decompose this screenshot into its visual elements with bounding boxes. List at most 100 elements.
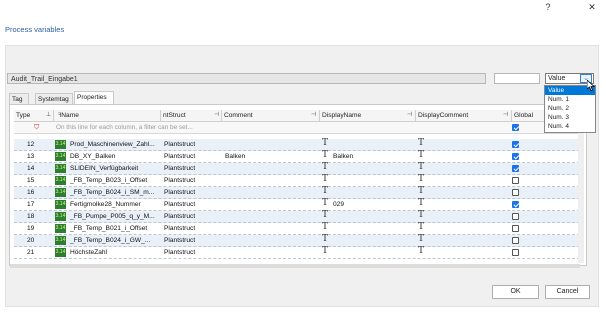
- type-icon: 3.14: [55, 188, 66, 197]
- combo-selected-value: Value: [548, 75, 566, 82]
- row-number: 21: [27, 249, 35, 256]
- global-checkbox[interactable]: [512, 249, 519, 256]
- global-checkbox[interactable]: [512, 153, 519, 160]
- table-row[interactable]: 21 3.14 HöchsteZahl Plantstruct T T: [14, 246, 580, 259]
- tab-systemtag[interactable]: Systemtag: [35, 93, 73, 104]
- text-type-icon: T: [322, 186, 329, 196]
- table-row[interactable]: 13 3.14 DB_XY_Balken Plantstruct Balken T Balk…: [14, 150, 580, 163]
- row-struct: Plantstruct: [164, 165, 196, 172]
- row-comment[interactable]: Balken: [225, 151, 245, 162]
- row-displayname[interactable]: Balken: [333, 151, 353, 162]
- row-name[interactable]: _FB_Temp_B024_i_GW_...: [70, 235, 162, 246]
- global-checkbox[interactable]: [512, 225, 519, 232]
- global-checkbox[interactable]: [512, 141, 519, 148]
- column-header-displayname[interactable]: DisplayName ⊣: [320, 110, 416, 121]
- type-icon: 3.14: [55, 212, 66, 221]
- row-number: 13: [27, 153, 35, 160]
- tab-properties[interactable]: Properties: [74, 91, 114, 104]
- global-checkbox[interactable]: [512, 177, 519, 184]
- type-icon: 3.14: [55, 200, 66, 209]
- type-icon: 3.14: [55, 248, 66, 257]
- row-number: 19: [27, 225, 35, 232]
- column-header-type[interactable]: Type ⊥: [14, 110, 54, 121]
- table-row[interactable]: 18 3.14 _FB_Pumpe_P005_q_y_M... Plantstruct…: [14, 210, 580, 223]
- row-struct: Plantstruct: [164, 201, 196, 208]
- row-struct: Plantstruct: [164, 141, 196, 148]
- dropdown-option[interactable]: Num. 1: [545, 95, 595, 104]
- table-row[interactable]: 17 3.14 Fertigmolke28_Nummer Plantstruct T 02…: [14, 198, 580, 211]
- pin-icon[interactable]: ⊣: [214, 110, 219, 121]
- text-type-icon: T: [418, 150, 425, 160]
- row-name[interactable]: Prod_Maschinenview_Zahl...: [70, 139, 162, 150]
- row-number: 18: [27, 213, 35, 220]
- pin-icon[interactable]: ⊣: [311, 110, 316, 121]
- row-number: 12: [27, 141, 35, 148]
- mouse-cursor-icon: [586, 79, 596, 94]
- table-row[interactable]: 14 3.14 SLIDEIN_Verfügbarkeit Plantstruct T T: [14, 162, 580, 175]
- row-name[interactable]: _FB_Temp_B021_i_Offset: [70, 223, 162, 234]
- dropdown-option[interactable]: Num. 4: [545, 122, 595, 131]
- value-input[interactable]: [494, 73, 540, 84]
- text-type-icon: T: [418, 174, 425, 184]
- type-icon: 3.14: [55, 164, 66, 173]
- dropdown-option[interactable]: Num. 3: [545, 113, 595, 122]
- text-type-icon: T: [418, 246, 425, 256]
- column-header-name[interactable]: ꟻ Name: [54, 110, 161, 121]
- row-struct: Plantstruct: [164, 153, 196, 160]
- global-checkbox[interactable]: [512, 213, 519, 220]
- dropdown-option[interactable]: Num. 2: [545, 104, 595, 113]
- variable-name-field[interactable]: Audit_Trail_Eingabe1: [7, 73, 486, 84]
- text-type-icon: T: [322, 222, 329, 232]
- column-header-struct[interactable]: ntStruct ⊣: [161, 110, 222, 121]
- table-row[interactable]: 16 3.14 _FB_Temp_B024_i_SM_m... Plantstruct…: [14, 186, 580, 199]
- table-row[interactable]: 20 3.14 _FB_Temp_B024_i_GW_... Plantstruct T…: [14, 234, 580, 247]
- grid-header: Type ⊥ ꟻ Name ntStruct ⊣ Comment ⊣ DisplayN…: [14, 110, 580, 122]
- table-row[interactable]: 19 3.14 _FB_Temp_B021_i_Offset Plantstruct T…: [14, 222, 580, 235]
- type-icon: 3.14: [55, 224, 66, 233]
- row-struct: Plantstruct: [164, 189, 196, 196]
- type-icon: 3.14: [55, 140, 66, 149]
- ok-button[interactable]: OK: [492, 285, 539, 299]
- pin-icon[interactable]: ⊣: [407, 110, 412, 121]
- type-icon: 3.14: [55, 176, 66, 185]
- text-type-icon: T: [322, 138, 329, 148]
- pin-icon[interactable]: ⊥: [46, 110, 51, 121]
- row-name[interactable]: HöchsteZahl: [70, 247, 162, 258]
- close-icon[interactable]: ✕: [585, 1, 599, 13]
- row-number: 15: [27, 177, 35, 184]
- global-checkbox[interactable]: [512, 189, 519, 196]
- row-name[interactable]: Fertigmolke28_Nummer: [70, 199, 162, 210]
- cancel-button[interactable]: Cancel: [545, 285, 590, 299]
- row-struct: Plantstruct: [164, 213, 196, 220]
- row-name[interactable]: _FB_Temp_B024_i_SM_m...: [70, 187, 162, 198]
- tab-tag[interactable]: Tag: [9, 93, 29, 104]
- table-row[interactable]: 15 3.14 _FB_Temp_B023_i_Offset Plantstruct T…: [14, 174, 580, 187]
- row-number: 17: [27, 201, 35, 208]
- help-button[interactable]: ?: [541, 1, 555, 13]
- text-type-icon: T: [418, 138, 425, 148]
- global-checkbox[interactable]: [512, 201, 519, 208]
- filter-icon[interactable]: ⛉: [34, 122, 39, 133]
- pin-icon[interactable]: ⊣: [503, 110, 508, 121]
- row-struct: Plantstruct: [164, 225, 196, 232]
- pin-icon[interactable]: ꟻ: [58, 113, 61, 119]
- text-type-icon: T: [322, 234, 329, 244]
- filter-hint: On this line for each column, a filter c…: [56, 124, 193, 131]
- filter-global-checkbox[interactable]: [512, 124, 519, 131]
- text-type-icon: T: [418, 186, 425, 196]
- row-name[interactable]: _FB_Temp_B023_i_Offset: [70, 175, 162, 186]
- horizontal-scrollbar[interactable]: [10, 264, 580, 268]
- column-header-comment[interactable]: Comment ⊣: [222, 110, 320, 121]
- row-name[interactable]: DB_XY_Balken: [70, 151, 162, 162]
- text-type-icon: T: [322, 246, 329, 256]
- global-checkbox[interactable]: [512, 165, 519, 172]
- row-displayname[interactable]: 029: [333, 199, 344, 210]
- row-name[interactable]: SLIDEIN_Verfügbarkeit: [70, 163, 162, 174]
- table-row[interactable]: 12 3.14 Prod_Maschinenview_Zahl... Plantstr…: [14, 138, 580, 151]
- row-name[interactable]: _FB_Pumpe_P005_q_y_M...: [70, 211, 162, 222]
- row-number: 14: [27, 165, 35, 172]
- global-checkbox[interactable]: [512, 237, 519, 244]
- text-type-icon: T: [322, 162, 329, 172]
- filter-row[interactable]: ⛉ On this line for each column, a filter…: [14, 122, 580, 134]
- column-header-displaycomment[interactable]: DisplayComment ⊣: [416, 110, 512, 121]
